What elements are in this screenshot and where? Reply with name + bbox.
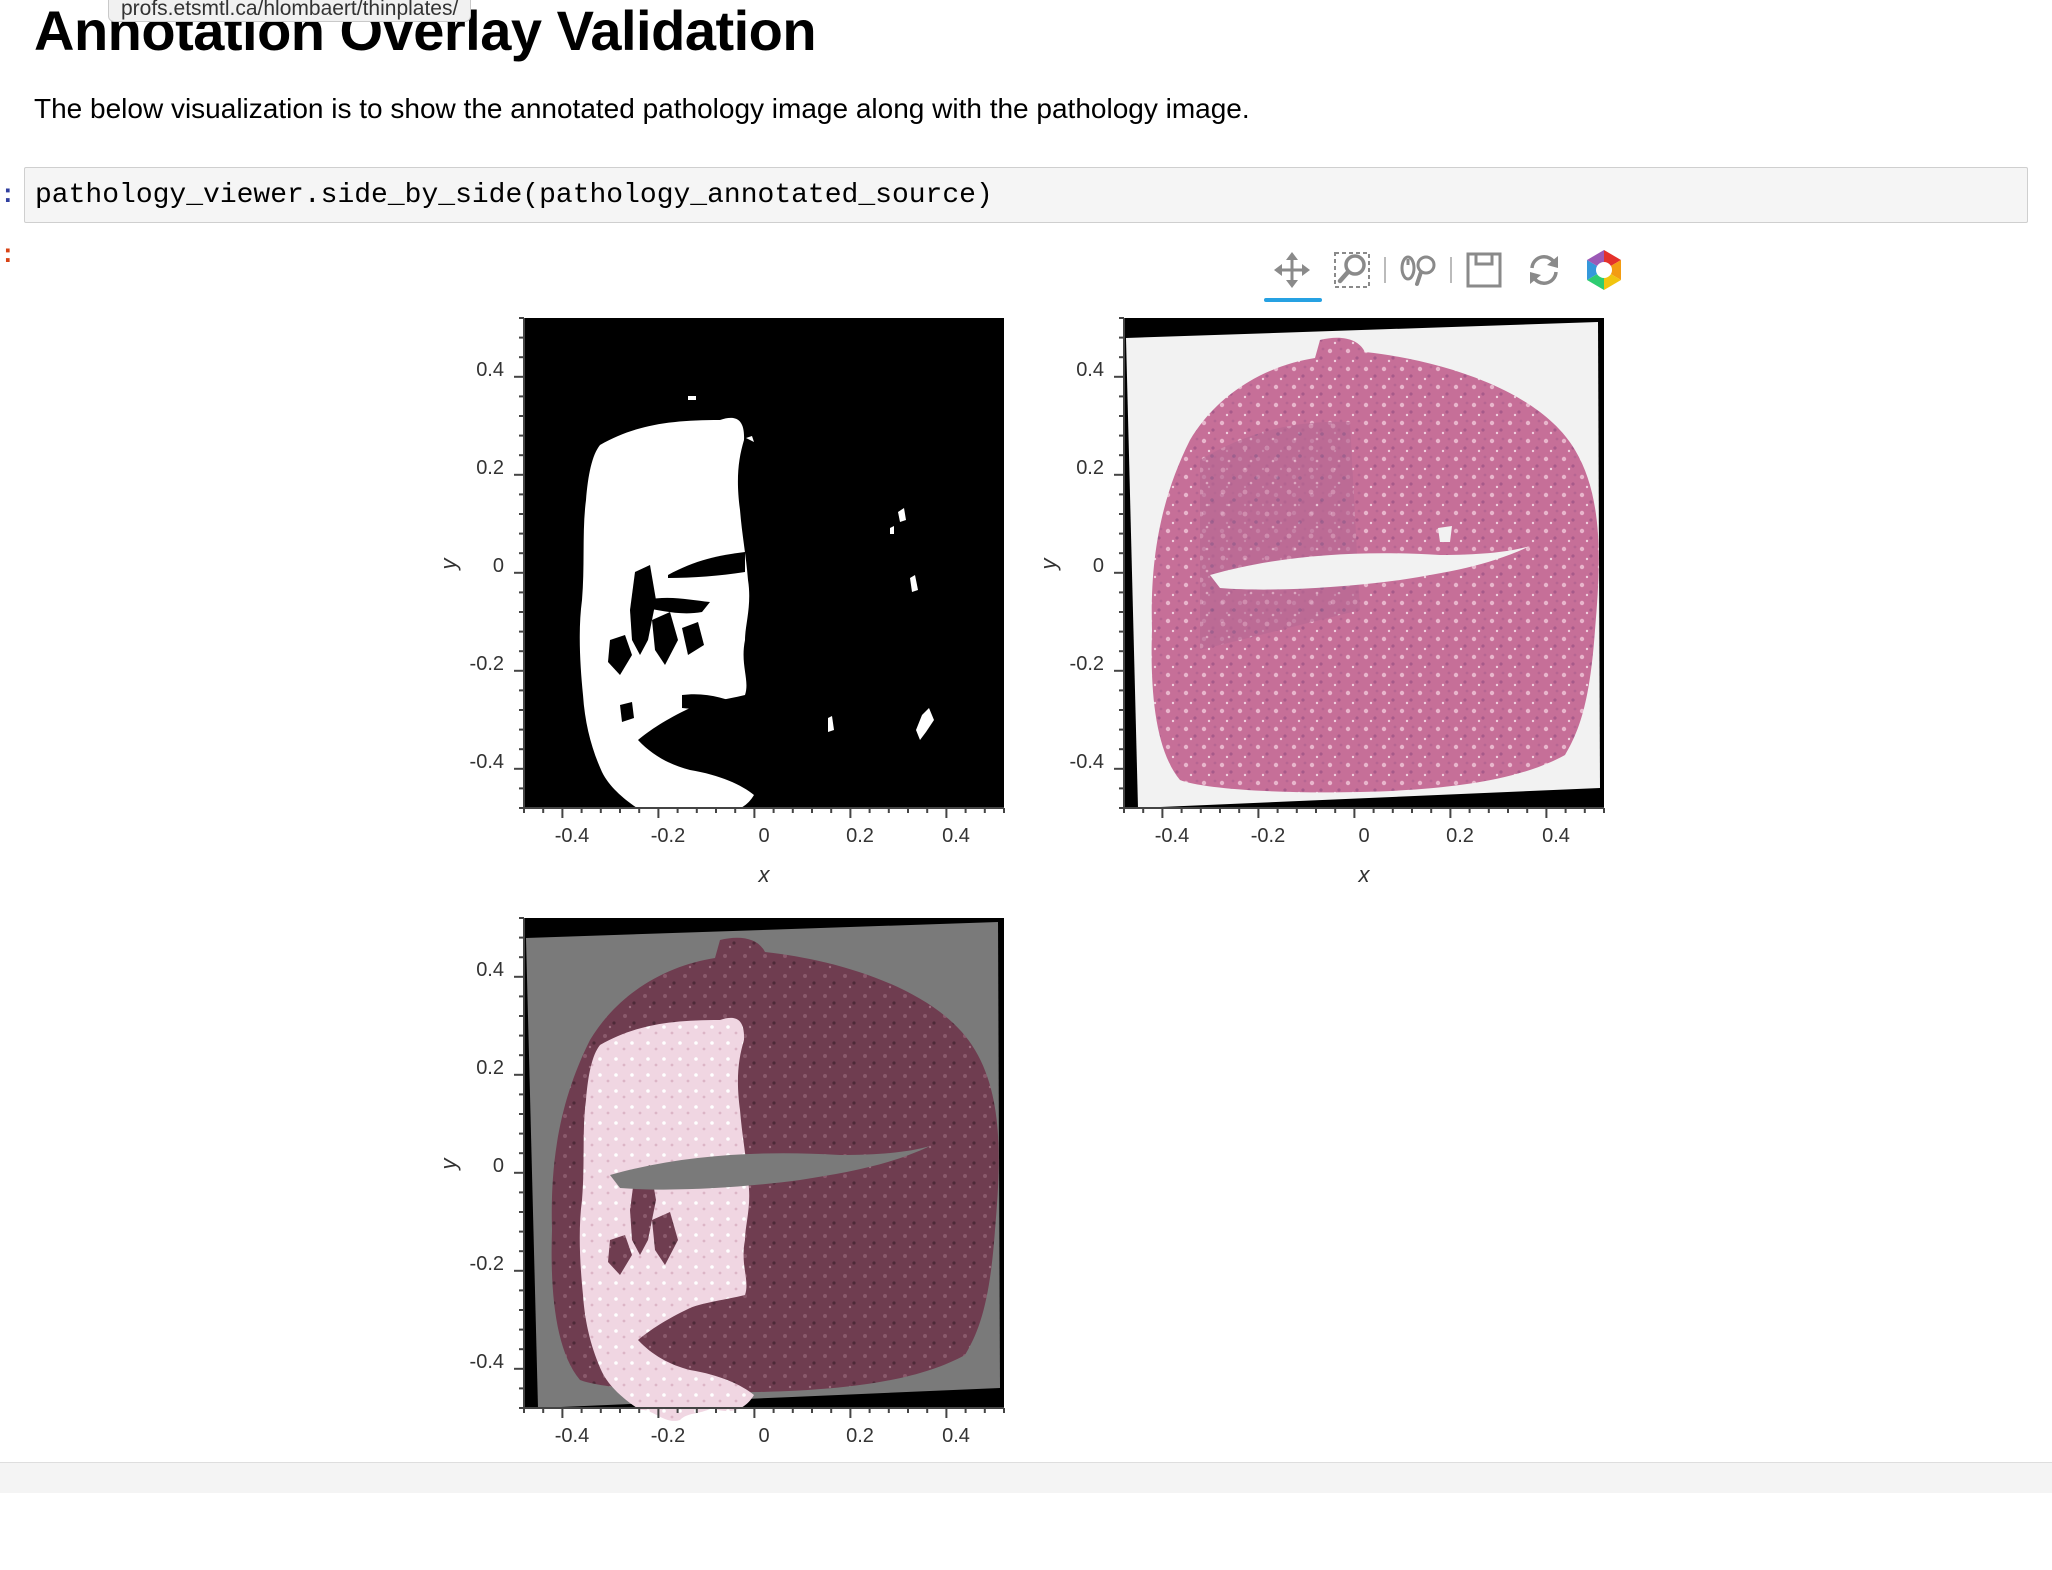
- wheel-zoom-tool[interactable]: [1388, 240, 1448, 300]
- x-tick-label: -0.2: [651, 825, 685, 847]
- bokeh-logo-icon: [1587, 250, 1621, 290]
- y-tick-label: -0.4: [470, 1351, 504, 1373]
- move-arrows-icon: [1274, 252, 1310, 288]
- x-tick-label: -0.4: [1155, 825, 1189, 847]
- x-ticks: [523, 808, 1005, 818]
- x-ticks: [523, 1408, 1005, 1418]
- x-axis-label: x: [758, 862, 771, 887]
- url-tooltip: profs.etsmtl.ca/hlombaert/thinplates/: [108, 0, 472, 22]
- y-tick-label: 0.4: [476, 959, 504, 981]
- x-axis-label: x: [1358, 862, 1371, 887]
- x-tick-label: 0.2: [846, 825, 874, 847]
- y-axis-label: y: [1036, 557, 1061, 572]
- annotation-mask-svg[interactable]: 0.4 0.2 0 -0.2 -0.4 -0.4 -0.2 0 0.2 0.4 …: [420, 310, 1060, 910]
- output-prompt: :: [0, 240, 16, 270]
- y-tick-label: 0.2: [476, 1057, 504, 1079]
- x-tick-label: 0: [758, 1425, 769, 1447]
- x-tick-label: 0.2: [846, 1425, 874, 1447]
- x-tick-label: 0.4: [942, 825, 970, 847]
- x-tick-label: 0.4: [1542, 825, 1570, 847]
- y-tick-label: 0: [493, 555, 504, 577]
- reset-tool[interactable]: [1514, 240, 1574, 300]
- y-tick-label: 0.4: [476, 359, 504, 381]
- x-tick-label: -0.4: [555, 825, 589, 847]
- wheel-zoom-icon: [1400, 255, 1436, 286]
- x-ticks: [1123, 808, 1605, 818]
- y-tick-label: 0.2: [476, 457, 504, 479]
- save-tool[interactable]: [1454, 240, 1514, 300]
- code-cell[interactable]: pathology_viewer.side_by_side(pathology_…: [24, 167, 2028, 223]
- y-ticks: [1114, 317, 1124, 809]
- y-axis-label: y: [436, 1157, 461, 1172]
- pan-tool[interactable]: [1262, 240, 1322, 302]
- input-prompt: :: [0, 180, 16, 210]
- y-tick-label: -0.4: [470, 751, 504, 773]
- save-icon: [1466, 252, 1502, 288]
- x-tick-label: 0.4: [942, 1425, 970, 1447]
- y-ticks: [514, 317, 524, 809]
- x-tick-label: -0.4: [555, 1425, 589, 1447]
- y-axis-label: y: [436, 557, 461, 572]
- pathology-image-svg[interactable]: 0.4 0.2 0 -0.2 -0.4 -0.4 -0.2 0 0.2 0.4 …: [1020, 310, 1660, 910]
- x-tick-label: -0.2: [651, 1425, 685, 1447]
- x-tick-label: -0.2: [1251, 825, 1285, 847]
- y-tick-label: -0.4: [1070, 751, 1104, 773]
- intro-text: The below visualization is to show the a…: [34, 93, 1250, 124]
- toolbar-separator: [1384, 257, 1386, 283]
- overlay-svg[interactable]: 0.4 0.2 0 -0.2 -0.4 -0.4 -0.2 0 0.2 0.4 …: [420, 910, 1060, 1487]
- box-zoom-icon: [1334, 252, 1370, 288]
- y-tick-label: 0.2: [1076, 457, 1104, 479]
- annotation-mask-plot[interactable]: 0.4 0.2 0 -0.2 -0.4 -0.4 -0.2 0 0.2 0.4 …: [420, 310, 1060, 970]
- reset-icon: [1530, 255, 1558, 285]
- browser-bottom-bar: [0, 1462, 2052, 1493]
- toolbar-separator: [1450, 257, 1452, 283]
- y-ticks: [514, 917, 524, 1409]
- plot-toolbar: [1262, 240, 1634, 302]
- y-tick-label: 0.4: [1076, 359, 1104, 381]
- x-tick-label: 0.2: [1446, 825, 1474, 847]
- y-tick-label: -0.2: [470, 1253, 504, 1275]
- bokeh-logo[interactable]: [1574, 240, 1634, 300]
- x-tick-label: 0: [1358, 825, 1369, 847]
- y-tick-label: 0: [493, 1155, 504, 1177]
- y-tick-label: -0.2: [470, 653, 504, 675]
- x-tick-label: 0: [758, 825, 769, 847]
- y-tick-label: -0.2: [1070, 653, 1104, 675]
- pathology-image-plot[interactable]: 0.4 0.2 0 -0.2 -0.4 -0.4 -0.2 0 0.2 0.4 …: [1020, 310, 1660, 970]
- y-tick-label: 0: [1093, 555, 1104, 577]
- box-zoom-tool[interactable]: [1322, 240, 1382, 300]
